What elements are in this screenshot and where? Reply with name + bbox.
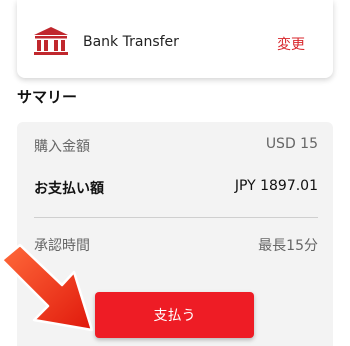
pointer-arrow-icon [0, 243, 94, 332]
purchase-amount-label: 購入金額 [34, 139, 90, 155]
change-payment-method-link[interactable]: 変更 [277, 34, 305, 54]
payment-amount-value: JPY 1897.01 [234, 178, 318, 194]
payment-screen: Bank Transfer 変更 サマリー 購入金額 USD 15 お支払い額 … [0, 0, 350, 346]
payment-method-label: Bank Transfer [83, 34, 179, 50]
summary-divider [34, 217, 318, 218]
bank-icon [34, 27, 68, 55]
payment-method-card[interactable]: Bank Transfer 変更 [17, 0, 333, 78]
purchase-amount-value: USD 15 [265, 136, 318, 152]
summary-heading: サマリー [17, 88, 78, 106]
approval-time-value: 最長15分 [258, 238, 318, 254]
pay-button[interactable]: 支払う [95, 292, 254, 338]
payment-amount-label: お支払い額 [34, 181, 104, 197]
